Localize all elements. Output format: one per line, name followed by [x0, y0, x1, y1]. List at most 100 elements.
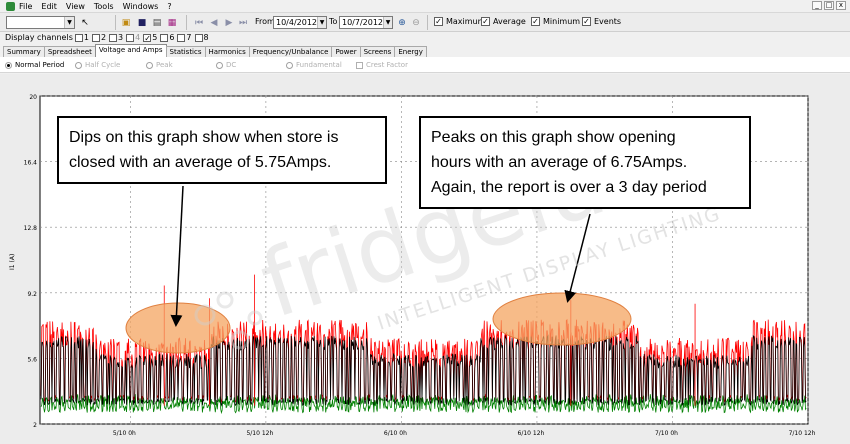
checkbox-icon[interactable]: [74, 33, 83, 42]
menu-file[interactable]: File: [19, 2, 32, 11]
callout-dips: Dips on this graph show when store is cl…: [57, 116, 387, 184]
channel-5-checkbox[interactable]: ✓ 5: [143, 33, 157, 42]
zoom-out-icon[interactable]: ⊖: [410, 17, 422, 29]
channel-2-checkbox[interactable]: 2: [91, 33, 107, 42]
checkmark-icon[interactable]: ✓: [582, 17, 591, 26]
tab-screens[interactable]: Screens: [359, 46, 396, 57]
fundamental-label: Fundamental: [296, 61, 342, 69]
from-label: From: [255, 17, 275, 26]
report-icon[interactable]: ▦: [166, 17, 178, 29]
channel-8-checkbox[interactable]: 8: [194, 33, 209, 42]
menu-windows[interactable]: Windows: [123, 2, 159, 11]
tab-energy[interactable]: Energy: [394, 46, 427, 57]
last-page-icon[interactable]: ⏭: [237, 17, 249, 29]
tab-statistics[interactable]: Statistics: [165, 46, 206, 57]
minimize-button[interactable]: _: [812, 1, 822, 10]
channel-7-checkbox[interactable]: 7: [177, 33, 192, 42]
tab-spreadsheet[interactable]: Spreadsheet: [43, 46, 96, 57]
x-tick-label: 5/10 12h: [246, 430, 273, 437]
dc-label: DC: [226, 61, 237, 69]
tab-frequency-unbalance[interactable]: Frequency/Unbalance: [248, 46, 333, 57]
checkbox-icon[interactable]: [91, 33, 100, 42]
channel-label: 2: [100, 33, 107, 42]
peak-label: Peak: [156, 61, 173, 69]
checkbox-icon[interactable]: [109, 33, 118, 42]
channel-3-checkbox[interactable]: 3: [109, 33, 123, 42]
channel-label: 7: [186, 33, 192, 42]
menu-tools[interactable]: Tools: [94, 2, 114, 11]
restore-button[interactable]: □: [824, 1, 834, 10]
file-selector[interactable]: ▼: [6, 16, 75, 29]
peaks-highlight: [492, 292, 632, 346]
menu-view[interactable]: View: [66, 2, 85, 11]
events-label: Events: [594, 17, 622, 26]
checkbox-icon[interactable]: [194, 33, 203, 42]
dips-highlight: [125, 302, 231, 354]
channel-4-checkbox[interactable]: 4: [126, 33, 140, 42]
checkbox-icon[interactable]: [160, 33, 169, 42]
first-page-icon[interactable]: ⏮: [193, 17, 205, 29]
previous-icon[interactable]: ◀: [208, 17, 220, 29]
checkmark-icon[interactable]: ✓: [531, 17, 540, 26]
crest-factor-checkbox[interactable]: Crest Factor: [356, 61, 408, 69]
cursor-icon[interactable]: ↖: [79, 17, 91, 29]
half-cycle-label: Half Cycle: [85, 61, 121, 69]
tab-voltage-and-amps[interactable]: Voltage and Amps: [94, 44, 167, 57]
next-icon[interactable]: ▶: [223, 17, 235, 29]
app-icon: [6, 1, 15, 11]
open-folder-icon[interactable]: ▣: [120, 17, 132, 29]
radio-dot-icon[interactable]: [5, 61, 12, 69]
channel-label: 8: [203, 33, 209, 42]
channel-1-checkbox[interactable]: 1: [74, 33, 89, 42]
x-tick-label: 7/10 12h: [789, 430, 816, 437]
close-button[interactable]: x: [836, 1, 846, 10]
chevron-down-icon[interactable]: ▼: [383, 17, 392, 28]
x-tick-label: 5/10 0h: [113, 430, 136, 437]
chevron-down-icon[interactable]: ▼: [317, 17, 326, 28]
radio-fundamental[interactable]: Fundamental: [286, 61, 342, 69]
display-channels-bar: Display channels 1 2 3 4 ✓ 5 6 7 8: [0, 32, 850, 43]
to-date-value: 10/7/2012: [342, 18, 384, 27]
y-tick-label: 16.4: [24, 160, 38, 167]
radio-peak[interactable]: Peak: [146, 61, 173, 69]
checkmark-icon[interactable]: ✓: [481, 17, 490, 26]
chevron-down-icon[interactable]: ▼: [64, 17, 74, 28]
x-tick-label: 7/10 0h: [655, 430, 678, 437]
menu-help[interactable]: ?: [167, 2, 171, 11]
channel-6-checkbox[interactable]: 6: [160, 33, 174, 42]
callout-peaks-line-3: Again, the report is over a 3 day period: [431, 179, 707, 196]
events-checkbox[interactable]: ✓ Events: [582, 17, 621, 26]
to-label: To: [329, 17, 338, 26]
save-icon[interactable]: ■: [136, 17, 148, 29]
checkmark-icon[interactable]: ✓: [434, 17, 443, 26]
checkbox-icon[interactable]: [177, 33, 186, 42]
menu-edit[interactable]: Edit: [41, 2, 57, 11]
period-options: Normal Period Half Cycle Peak DC Fundame…: [0, 57, 850, 73]
toolbar: ▼ ↖ ▣ ■ ▤ ▦ ⏮ ◀ ▶ ⏭ From 10/4/2012 ▼ To …: [0, 12, 850, 32]
minimum-label: Minimum: [543, 17, 581, 26]
tab-summary[interactable]: Summary: [3, 46, 45, 57]
to-date-picker[interactable]: 10/7/2012 ▼: [339, 16, 393, 29]
callout-dips-line-2: closed with an average of 5.75Amps.: [69, 154, 332, 171]
zoom-in-icon[interactable]: ⊕: [396, 17, 408, 29]
radio-dot-icon[interactable]: [216, 61, 223, 69]
checkmark-icon[interactable]: ✓: [143, 33, 152, 42]
radio-dot-icon[interactable]: [75, 61, 82, 69]
checkbox-icon[interactable]: [126, 33, 135, 42]
tab-harmonics[interactable]: Harmonics: [204, 46, 250, 57]
print-icon[interactable]: ▤: [151, 17, 163, 29]
radio-dot-icon[interactable]: [146, 61, 153, 69]
tab-power[interactable]: Power: [331, 46, 361, 57]
channel-label: 4: [135, 33, 141, 42]
maximum-checkbox[interactable]: ✓ Maximum: [434, 17, 485, 26]
checkbox-icon[interactable]: [356, 61, 363, 69]
radio-half-cycle[interactable]: Half Cycle: [75, 61, 120, 69]
minimum-checkbox[interactable]: ✓ Minimum: [531, 17, 580, 26]
maximum-label: Maximum: [446, 17, 486, 26]
radio-normal-period[interactable]: Normal Period: [5, 61, 64, 69]
average-checkbox[interactable]: ✓ Average: [481, 17, 526, 26]
from-date-picker[interactable]: 10/4/2012 ▼: [273, 16, 327, 29]
radio-dc[interactable]: DC: [216, 61, 236, 69]
radio-dot-icon[interactable]: [286, 61, 293, 69]
crest-factor-label: Crest Factor: [366, 61, 408, 69]
